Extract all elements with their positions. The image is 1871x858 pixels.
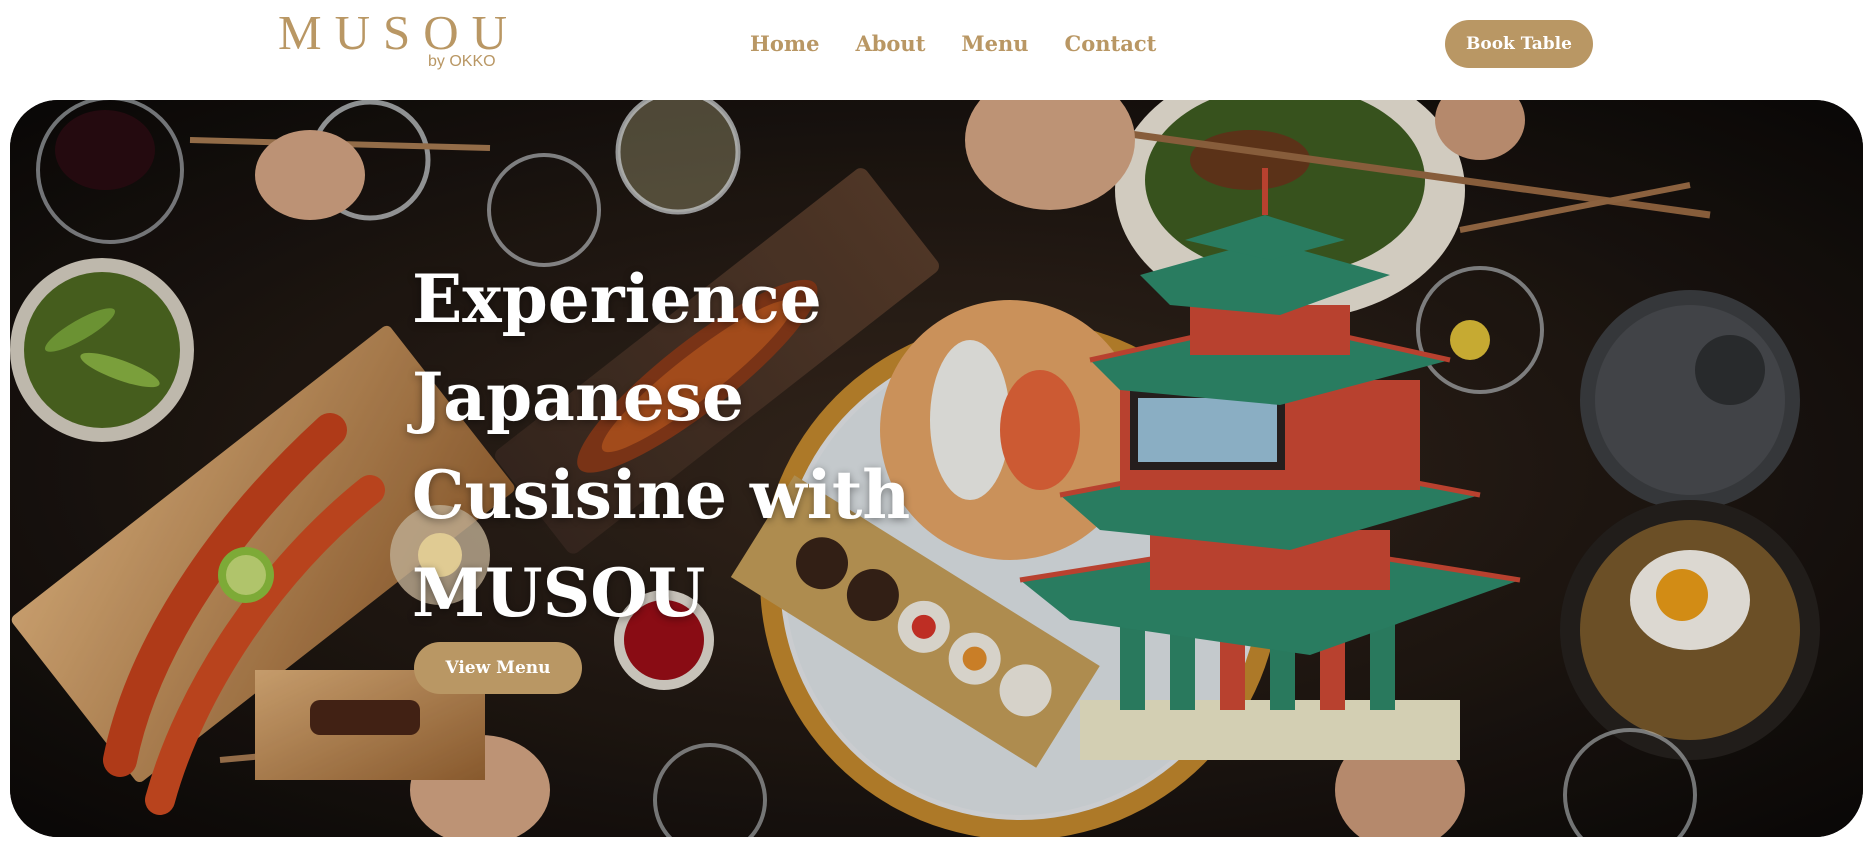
brand-logo[interactable]: MUSOU by OKKO	[278, 8, 507, 80]
hero-headline-line-1: Experience	[412, 260, 822, 338]
book-table-button[interactable]: Book Table	[1445, 20, 1593, 68]
nav-menu-link[interactable]: Menu	[961, 27, 1028, 61]
nav-about-link[interactable]: About	[855, 27, 925, 61]
hero-headline-line-3: Cusisine with	[412, 456, 911, 534]
brand-subtitle: by OKKO	[428, 53, 496, 70]
brand-name: MUSOU	[278, 5, 520, 60]
hero-headline-line-4: MUSOU	[412, 554, 706, 632]
main-menu: Home About Menu Contact	[750, 27, 1156, 61]
nav-contact-link[interactable]: Contact	[1065, 27, 1157, 61]
top-navigation: MUSOU by OKKO Home About Menu Contact Bo…	[0, 0, 1871, 100]
nav-home-link[interactable]: Home	[750, 27, 819, 61]
hero-banner: Experience Japanese Cusisine with MUSOU …	[10, 100, 1863, 837]
hero-headline-line-2: Japanese	[412, 358, 745, 436]
hero-headline: Experience Japanese Cusisine with MUSOU	[412, 250, 1052, 642]
view-menu-button[interactable]: View Menu	[414, 642, 582, 694]
